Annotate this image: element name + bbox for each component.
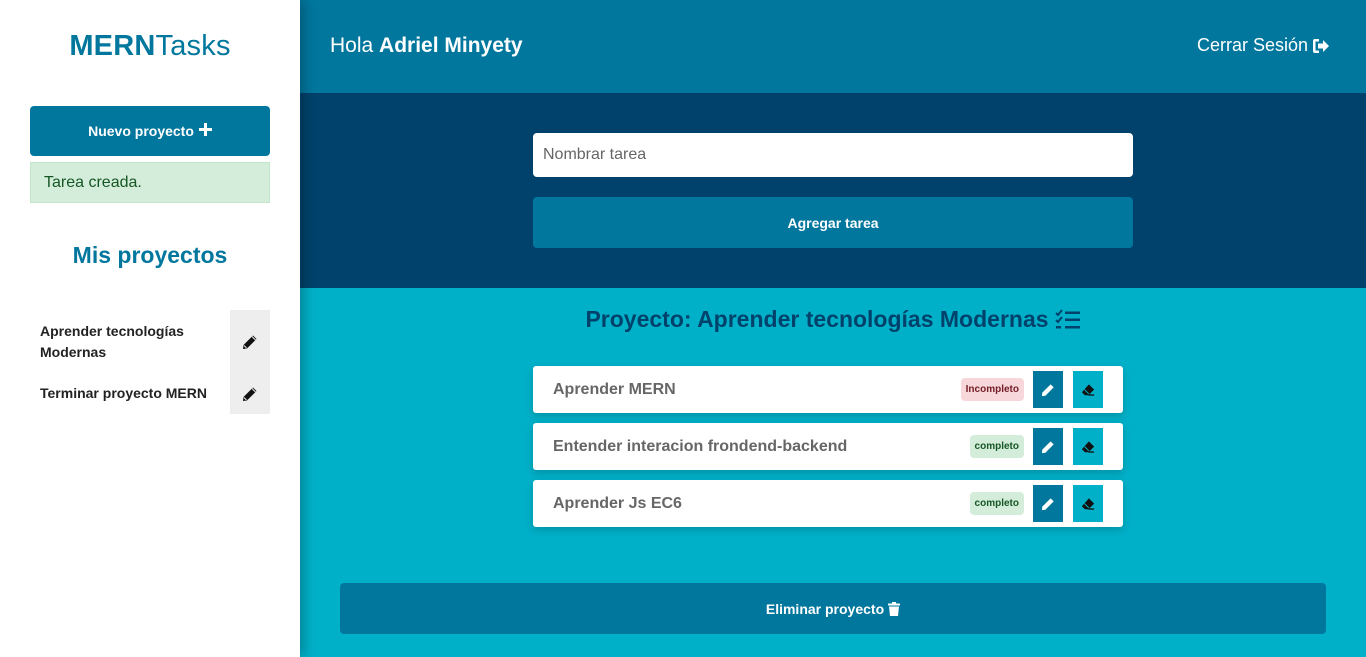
- edit-task-button[interactable]: [1033, 485, 1063, 522]
- project-name-button[interactable]: Aprender tecnologías Modernas: [30, 310, 230, 373]
- task-item: Aprender MERN Incompleto: [533, 366, 1123, 413]
- task-name: Aprender Js EC6: [553, 494, 682, 512]
- project-list-item: Aprender tecnologías Modernas: [30, 310, 270, 373]
- projects-title: Mis proyectos: [72, 242, 228, 268]
- eraser-icon: [1081, 383, 1095, 396]
- top-bar: Hola Adriel Minyety Cerrar Sesión: [300, 0, 1366, 93]
- project-name-button[interactable]: Terminar proyecto MERN: [30, 373, 230, 414]
- tasks-list-icon: [1054, 308, 1080, 328]
- delete-task-button[interactable]: [1073, 428, 1103, 465]
- edit-project-button[interactable]: [230, 310, 270, 373]
- eraser-icon: [1081, 440, 1095, 453]
- new-project-label: Nuevo proyecto: [88, 123, 194, 139]
- plus-icon: [198, 123, 212, 139]
- edit-project-button[interactable]: [230, 373, 270, 414]
- pencil-icon: [1041, 383, 1054, 396]
- project-list: Aprender tecnologías Modernas Terminar p…: [30, 310, 270, 414]
- task-item: Aprender Js EC6 completo: [533, 480, 1123, 527]
- sign-out-icon: [1313, 38, 1329, 53]
- greeting-prefix: Hola: [330, 34, 374, 57]
- task-form: Agregar tarea: [300, 93, 1366, 288]
- project-list-item: Terminar proyecto MERN: [30, 373, 270, 414]
- delete-task-button[interactable]: [1073, 485, 1103, 522]
- logo-light: Tasks: [155, 30, 231, 62]
- logo-strong: MERN: [69, 30, 156, 62]
- task-name-input[interactable]: [533, 133, 1133, 177]
- logout-button[interactable]: Cerrar Sesión: [1197, 35, 1330, 56]
- project-title: Proyecto: Aprender tecnologías Modernas: [300, 306, 1366, 333]
- task-name: Entender interacion frondend-backend: [553, 437, 848, 455]
- add-task-button[interactable]: Agregar tarea: [533, 197, 1133, 248]
- trash-icon: [888, 601, 901, 616]
- edit-task-button[interactable]: [1033, 428, 1063, 465]
- new-project-button[interactable]: Nuevo proyecto: [30, 106, 270, 156]
- user-name: Adriel Minyety: [379, 34, 523, 57]
- pencil-icon: [1041, 440, 1054, 453]
- logout-label: Cerrar Sesión: [1196, 35, 1308, 55]
- task-status-button[interactable]: completo: [969, 435, 1024, 458]
- success-alert: Tarea creada.: [30, 162, 270, 203]
- pencil-icon: [243, 387, 257, 401]
- delete-project-label: Eliminar proyecto: [765, 600, 885, 617]
- task-status-button[interactable]: completo: [969, 492, 1024, 515]
- pencil-icon: [243, 335, 257, 349]
- project-title-text: Proyecto: Aprender tecnologías Modernas: [585, 306, 1049, 332]
- sidebar: MERNTasks Nuevo proyecto Tarea creada. M…: [0, 0, 300, 657]
- task-list: Aprender MERN Incompleto Entender intera…: [533, 366, 1123, 537]
- app-logo: MERNTasks: [0, 30, 300, 63]
- edit-task-button[interactable]: [1033, 371, 1063, 408]
- greeting: Hola Adriel Minyety: [330, 34, 523, 58]
- eraser-icon: [1081, 497, 1095, 510]
- task-name: Aprender MERN: [553, 380, 676, 398]
- pencil-icon: [1041, 497, 1054, 510]
- delete-project-button[interactable]: Eliminar proyecto: [340, 583, 1326, 634]
- delete-task-button[interactable]: [1073, 371, 1103, 408]
- task-status-button[interactable]: Incompleto: [960, 378, 1024, 401]
- task-item: Entender interacion frondend-backend com…: [533, 423, 1123, 470]
